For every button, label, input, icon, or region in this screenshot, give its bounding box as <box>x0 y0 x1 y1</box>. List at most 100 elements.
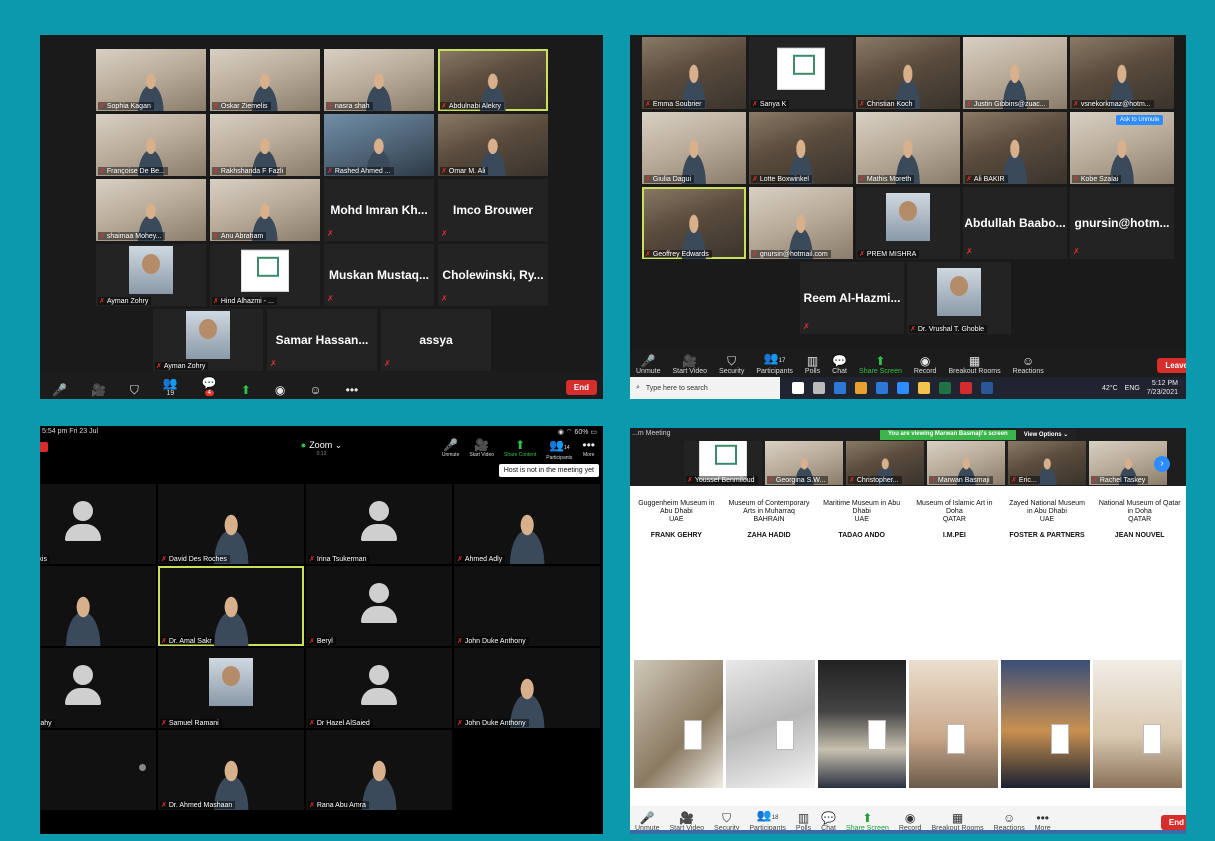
participant-tile[interactable]: Mohd Imran Kh... ✗ <box>324 179 434 241</box>
toolbar-chat-button[interactable]: 💬 Chat <box>826 354 853 375</box>
participant-tile[interactable]: ✗ Ayman Zohry <box>96 244 206 306</box>
participant-tile[interactable]: ✗ Christian Koch <box>856 37 960 109</box>
next-page-button[interactable]: › <box>1154 456 1170 472</box>
share-screen-button[interactable]: ⬆ <box>229 383 263 397</box>
participant-tile[interactable]: Reem Al-Hazmi... ✗ <box>800 262 904 334</box>
toolbar-participants-button[interactable]: 👥17 Participants <box>750 351 799 375</box>
participant-tile[interactable]: ✗ Lotte Boxwinkel <box>749 112 853 184</box>
participant-tile[interactable]: ✗ Emma Soubrier <box>642 37 746 109</box>
participant-tile[interactable]: ✗ Hind Alhazmi - ... <box>210 244 320 306</box>
participant-tile[interactable]: ✗ Ayman Zohry <box>153 309 263 371</box>
participant-tile[interactable]: ✗ Giulia Dagui <box>642 112 746 184</box>
participant-tile[interactable]: ✗ Irina Tsukerman <box>306 484 452 564</box>
end-meeting-button[interactable]: End <box>565 380 597 395</box>
participant-tile[interactable]: ✗ Dr Hazel AlSaied <box>306 648 452 728</box>
participant-tile[interactable]: ✗...e Leahy <box>40 648 156 728</box>
mute-button[interactable]: 🎤 <box>40 383 79 397</box>
participant-tile[interactable] <box>40 566 156 646</box>
toolbar-more-button[interactable]: ••• More <box>1030 811 1056 832</box>
toolbar-start-video-button[interactable]: 🎥 Start Video <box>667 354 714 375</box>
taskbar-app-icon[interactable] <box>792 382 804 394</box>
participant-tile[interactable]: ✗ Françoise De Be... <box>96 114 206 176</box>
toolbar-share-screen-button[interactable]: ⬆ Share Screen <box>841 811 894 832</box>
taskbar-search[interactable]: ⌕ Type here to search <box>630 377 780 399</box>
participant-tile[interactable]: ✗ Dr. Amal Sakr <box>158 566 304 646</box>
participant-tile[interactable]: ✗ Dr. Vrushal T. Ghoble <box>907 262 1011 334</box>
participants-button[interactable]: 👥 19 <box>151 376 190 397</box>
participant-tile[interactable]: ✗ Anu Abraham <box>210 179 320 241</box>
participant-tile[interactable]: ✗ Ali BAKIR <box>963 112 1067 184</box>
participant-tile[interactable]: ✗ nasra shah <box>324 49 434 111</box>
participant-tile[interactable]: ✗ Justin Gibbins@zuac... <box>963 37 1067 109</box>
toolbar-start-video-button[interactable]: 🎥 Start Video <box>665 811 710 832</box>
taskbar-app-icon[interactable] <box>876 382 888 394</box>
participants-button[interactable]: 👥14 Participants <box>544 438 574 461</box>
more-button[interactable]: ••• <box>334 383 371 397</box>
participant-tile[interactable]: gnursin@hotm... ✗ <box>1070 187 1174 259</box>
share-content-button[interactable]: ⬆ Share Content <box>502 438 538 461</box>
participant-tile[interactable]: ✗ John Duke Anthony <box>454 648 600 728</box>
more-button[interactable]: ••• More <box>580 438 597 461</box>
participant-tile[interactable]: ✗ Eric... <box>1008 441 1086 485</box>
view-options-button[interactable]: View Options ⌄ <box>1015 430 1077 440</box>
participant-tile[interactable]: ✗ vsnekorkmaz@hotm... <box>1070 37 1174 109</box>
toolbar-reactions-button[interactable]: ☺ Reactions <box>1007 354 1050 375</box>
toolbar-record-button[interactable]: ◉ Record <box>908 354 943 375</box>
security-button[interactable]: ⛉ <box>118 383 151 397</box>
participant-tile[interactable]: ✗ Abdulnabi Alekry <box>438 49 548 111</box>
toolbar-participants-button[interactable]: 👥18 Participants <box>744 808 791 832</box>
participant-tile[interactable]: ✗ shaimaa Mohey... <box>96 179 206 241</box>
participant-tile[interactable]: ✗ Geoffrey Edwards <box>642 187 746 259</box>
toolbar-security-button[interactable]: ⛉ Security <box>709 811 744 832</box>
participant-tile[interactable]: ✗ Mathis Moreth <box>856 112 960 184</box>
end-meeting-button[interactable]: End <box>1160 815 1186 830</box>
toolbar-share-screen-button[interactable]: ⬆ Share Screen <box>853 354 908 375</box>
participant-tile[interactable]: ✗ gnursin@hotmail.com <box>749 187 853 259</box>
participant-tile[interactable]: Samar Hassan... ✗ <box>267 309 377 371</box>
taskbar-app-icon[interactable] <box>918 382 930 394</box>
unmute-button[interactable]: 🎤 Unmute <box>440 438 462 461</box>
toolbar-chat-button[interactable]: 💬 Chat <box>816 811 841 832</box>
participant-tile[interactable]: ✗ Beryl <box>306 566 452 646</box>
taskbar-app-icon[interactable] <box>813 382 825 394</box>
participant-tile[interactable]: ✗ Rana Abu Amra <box>306 730 452 810</box>
toolbar-polls-button[interactable]: ▥ Polls <box>791 811 816 832</box>
participant-tile[interactable]: ✗ Ahmed Adly <box>454 484 600 564</box>
participant-tile[interactable]: ✗ PREM MISHRA <box>856 187 960 259</box>
participant-tile[interactable]: Muskan Mustaq... ✗ <box>324 244 434 306</box>
toolbar-unmute-button[interactable]: 🎤 Unmute <box>630 811 665 832</box>
participant-tile[interactable]: ✗ Omar M. Ali <box>438 114 548 176</box>
taskbar-app-icon[interactable] <box>897 382 909 394</box>
participant-tile[interactable]: ✗...anakis <box>40 484 156 564</box>
participant-tile[interactable]: Cholewinski, Ry... ✗ <box>438 244 548 306</box>
video-button[interactable]: 🎥 <box>79 383 118 397</box>
participant-tile[interactable]: ✗ Sophia Kagan <box>96 49 206 111</box>
taskbar-app-icon[interactable] <box>855 382 867 394</box>
participant-tile[interactable]: ✗ Dr. Ahmed Mashaan <box>158 730 304 810</box>
participant-tile[interactable]: ✗ Marwan Basmaji <box>927 441 1005 485</box>
record-button[interactable]: ◉ <box>263 383 297 397</box>
reactions-button[interactable]: ☺ <box>297 383 333 397</box>
taskbar-app-icon[interactable] <box>960 382 972 394</box>
participant-tile[interactable]: ✗ John Duke Anthony <box>454 566 600 646</box>
start-video-button[interactable]: 🎥 Start Video <box>467 438 496 461</box>
participant-tile[interactable]: Abdullah Baabo... ✗ <box>963 187 1067 259</box>
participant-tile[interactable]: ✗ David Des Roches <box>158 484 304 564</box>
toolbar-security-button[interactable]: ⛉ Security <box>713 354 750 375</box>
participant-tile[interactable]: ✗ Oskar Ziemelis <box>210 49 320 111</box>
participant-tile[interactable]: ✗ Sanya K <box>749 37 853 109</box>
participant-tile[interactable]: assya ✗ <box>381 309 491 371</box>
participant-tile[interactable] <box>40 730 156 810</box>
taskbar-app-icon[interactable] <box>939 382 951 394</box>
toolbar-reactions-button[interactable]: ☺ Reactions <box>989 811 1030 832</box>
chat-button[interactable]: 💬 4 <box>190 376 229 397</box>
toolbar-record-button[interactable]: ◉ Record <box>894 811 927 832</box>
participant-tile[interactable]: ✗ Rakhshanda F Fazli <box>210 114 320 176</box>
leave-button[interactable]: Leave <box>1157 358 1186 373</box>
participant-tile[interactable]: ✗ Samuel Ramani <box>158 648 304 728</box>
toolbar-polls-button[interactable]: ▥ Polls <box>799 354 826 375</box>
toolbar-breakout-rooms-button[interactable]: ▦ Breakout Rooms <box>926 811 988 832</box>
participant-tile[interactable]: ✗ Youssef Benmiloud <box>684 441 762 485</box>
participant-tile[interactable]: Imco Brouwer ✗ <box>438 179 548 241</box>
taskbar-app-icon[interactable] <box>981 382 993 394</box>
